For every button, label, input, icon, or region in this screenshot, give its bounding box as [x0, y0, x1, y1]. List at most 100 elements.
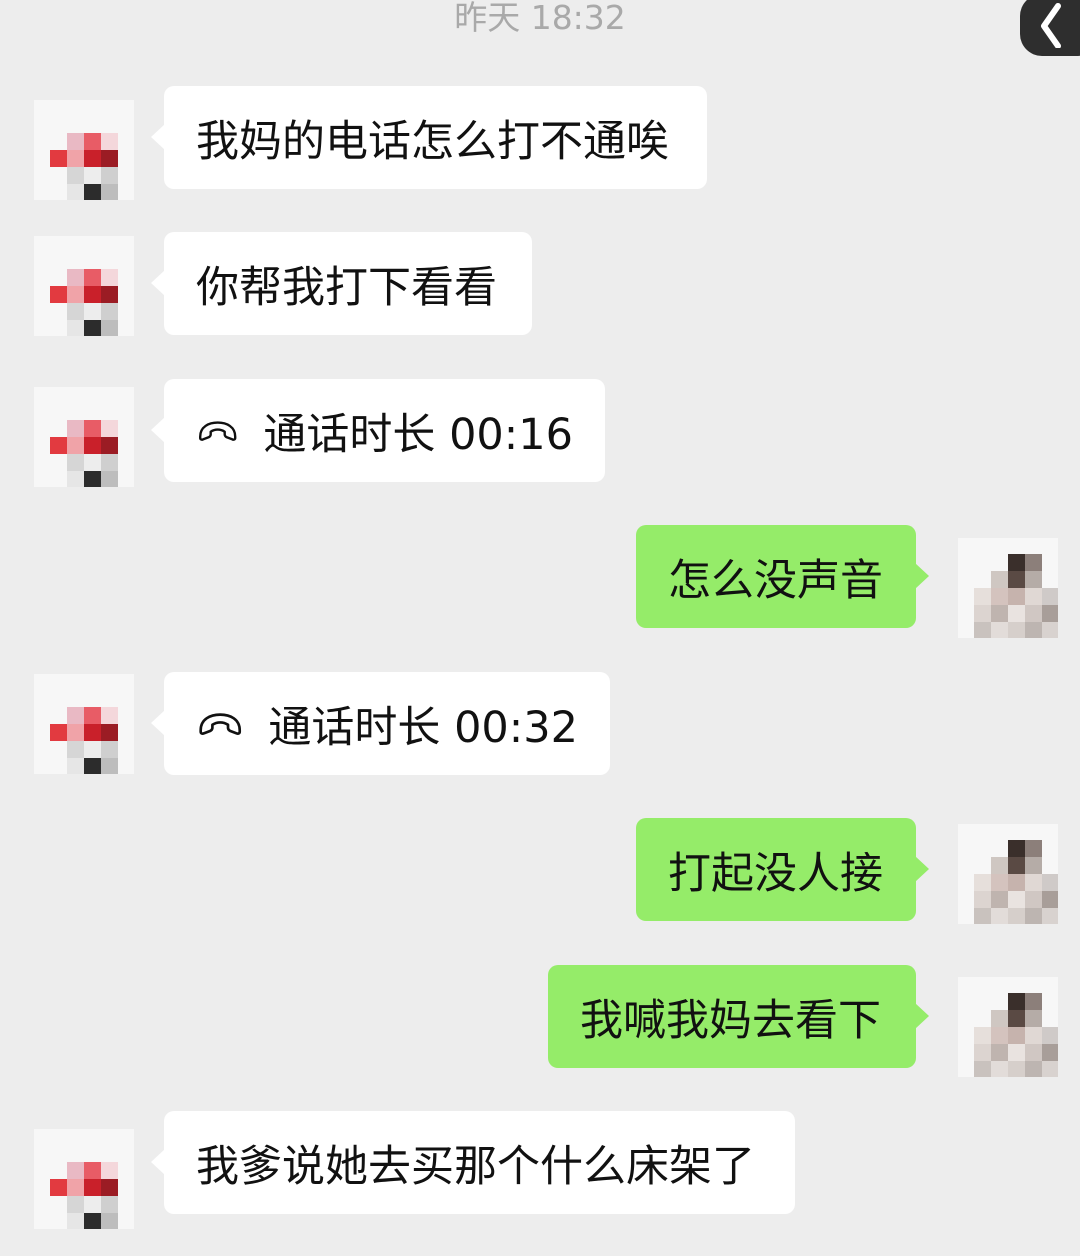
- avatar-pixel: [50, 1179, 67, 1196]
- avatar-pixel: [1025, 554, 1042, 571]
- avatar-pixel: [101, 320, 118, 336]
- call-duration-text: 通话时长 00:16: [263, 409, 573, 460]
- avatar-pixel: [67, 1196, 84, 1213]
- avatar-pixel: [67, 454, 84, 471]
- avatar-pixel: [67, 741, 84, 758]
- avatar-pixel: [67, 471, 84, 487]
- avatar-pixel: [101, 437, 118, 454]
- self-avatar[interactable]: [958, 824, 1058, 924]
- avatar-pixel: [1025, 1010, 1042, 1027]
- avatar-pixel: [84, 471, 101, 487]
- avatar-pixel: [1008, 1061, 1025, 1077]
- avatar-pixel: [101, 303, 118, 320]
- avatar-pixel: [84, 741, 101, 758]
- avatar-pixel: [1025, 588, 1042, 605]
- avatar-pixel: [1008, 993, 1025, 1010]
- message-bubble[interactable]: 我妈的电话怎么打不通唉: [151, 86, 707, 189]
- self-avatar[interactable]: [958, 538, 1058, 638]
- contact-avatar[interactable]: [34, 236, 134, 336]
- avatar-pixel: [84, 707, 101, 724]
- contact-avatar[interactable]: [34, 387, 134, 487]
- avatar-pixel: [67, 286, 84, 303]
- avatar-pixel: [84, 1213, 101, 1229]
- avatar-pixel: [1008, 857, 1025, 874]
- avatar-pixel: [101, 1162, 118, 1179]
- avatar-pixel: [67, 1179, 84, 1196]
- avatar-pixel: [1042, 891, 1058, 908]
- avatar-pixel: [67, 269, 84, 286]
- avatar-pixel: [1025, 1061, 1042, 1077]
- avatar-pixel: [50, 150, 67, 167]
- call-record-bubble[interactable]: 通话时长 00:32: [151, 672, 610, 775]
- avatar-pixel: [84, 184, 101, 200]
- avatar-pixel: [1025, 1027, 1042, 1044]
- message-text: 你帮我打下看看: [196, 262, 497, 313]
- avatar-pixel: [50, 437, 67, 454]
- avatar-pixel: [1008, 891, 1025, 908]
- avatar-pixel: [974, 605, 991, 622]
- phone-hangup-icon: [199, 712, 242, 735]
- avatar-pixel: [84, 320, 101, 336]
- avatar-pixel: [974, 874, 991, 891]
- avatar-pixel: [84, 1162, 101, 1179]
- avatar-pixel: [67, 303, 84, 320]
- contact-avatar[interactable]: [34, 1129, 134, 1229]
- message-bubble[interactable]: 我喊我妈去看下: [548, 965, 929, 1068]
- back-button[interactable]: [1020, 0, 1080, 56]
- avatar-pixel: [991, 1061, 1008, 1077]
- avatar-pixel: [84, 724, 101, 741]
- avatar-pixel: [1008, 1027, 1025, 1044]
- avatar-pixel: [101, 286, 118, 303]
- avatar-pixel: [1008, 1044, 1025, 1061]
- avatar-pixel: [84, 758, 101, 774]
- avatar-pixel: [84, 1179, 101, 1196]
- avatar-pixel: [84, 286, 101, 303]
- phone-hangup-icon: [199, 420, 237, 441]
- message-text: 我爹说她去买那个什么床架了: [196, 1141, 755, 1192]
- message-bubble[interactable]: 怎么没声音: [636, 525, 929, 628]
- avatar-pixel: [84, 167, 101, 184]
- avatar-pixel: [1025, 874, 1042, 891]
- avatar-pixel: [1008, 840, 1025, 857]
- contact-avatar[interactable]: [34, 100, 134, 200]
- message-bubble[interactable]: 你帮我打下看看: [151, 232, 532, 335]
- avatar-pixel: [101, 133, 118, 150]
- avatar-pixel: [84, 303, 101, 320]
- message-bubble[interactable]: 打起没人接: [636, 818, 929, 921]
- avatar-pixel: [991, 622, 1008, 638]
- avatar-pixel: [1025, 908, 1042, 924]
- self-avatar[interactable]: [958, 977, 1058, 1077]
- avatar-pixel: [991, 605, 1008, 622]
- avatar-pixel: [974, 1061, 991, 1077]
- avatar-pixel: [84, 420, 101, 437]
- message-text: 我妈的电话怎么打不通唉: [196, 116, 669, 167]
- call-record-bubble[interactable]: 通话时长 00:16: [151, 379, 605, 482]
- avatar-pixel: [1042, 1044, 1058, 1061]
- avatar-pixel: [1008, 571, 1025, 588]
- avatar-pixel: [991, 891, 1008, 908]
- avatar-pixel: [67, 1213, 84, 1229]
- avatar-pixel: [1025, 622, 1042, 638]
- avatar-pixel: [991, 1027, 1008, 1044]
- contact-avatar[interactable]: [34, 674, 134, 774]
- avatar-pixel: [1025, 571, 1042, 588]
- avatar-pixel: [67, 420, 84, 437]
- avatar-pixel: [101, 167, 118, 184]
- avatar-pixel: [101, 724, 118, 741]
- avatar-pixel: [991, 1044, 1008, 1061]
- avatar-pixel: [67, 320, 84, 336]
- avatar-pixel: [67, 758, 84, 774]
- avatar-pixel: [67, 707, 84, 724]
- message-text: 打起没人接: [668, 848, 883, 899]
- avatar-pixel: [101, 184, 118, 200]
- avatar-pixel: [1008, 588, 1025, 605]
- avatar-pixel: [50, 724, 67, 741]
- avatar-pixel: [1042, 622, 1058, 638]
- avatar-pixel: [991, 857, 1008, 874]
- message-bubble[interactable]: 我爹说她去买那个什么床架了: [151, 1111, 795, 1214]
- avatar-pixel: [67, 184, 84, 200]
- avatar-pixel: [101, 420, 118, 437]
- avatar-pixel: [991, 1010, 1008, 1027]
- avatar-pixel: [101, 758, 118, 774]
- avatar-pixel: [84, 437, 101, 454]
